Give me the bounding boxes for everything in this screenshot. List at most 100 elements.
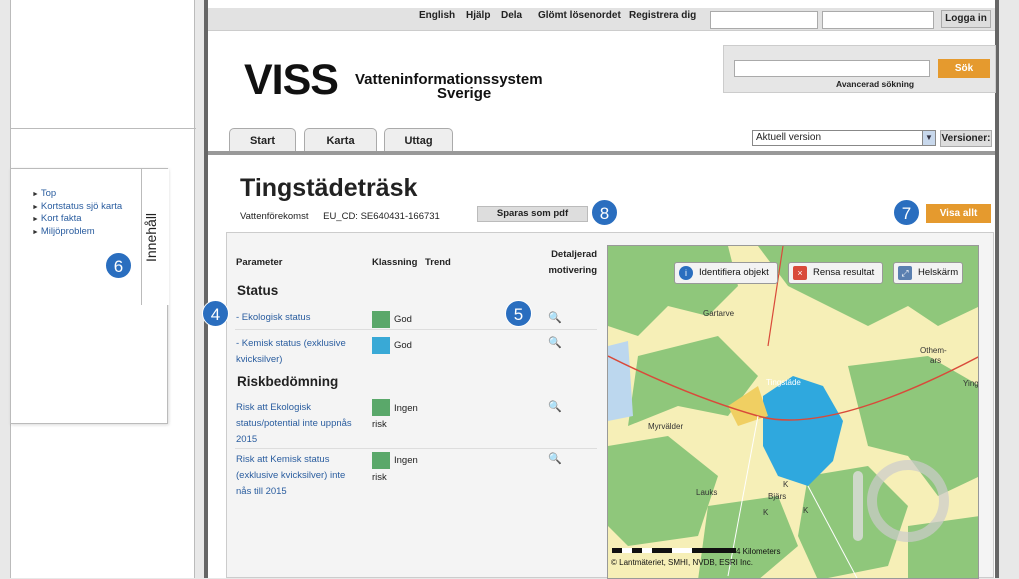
annotation-badge: 7	[893, 199, 920, 226]
header-trend: Trend	[425, 257, 451, 268]
link-registrera[interactable]: Registrera dig	[629, 10, 696, 21]
annotation-badge: 8	[591, 199, 618, 226]
param-line: Risk att Ekologisk	[236, 402, 311, 413]
link-dela[interactable]: Dela	[501, 10, 522, 21]
trash-icon: ×	[793, 266, 807, 280]
header-detaljerad-2: motivering	[548, 265, 597, 276]
viss-logo[interactable]: VISS	[244, 56, 339, 104]
annotation-badge: 4	[202, 300, 229, 327]
header-parameter: Parameter	[236, 257, 283, 268]
param-line: - Kemisk status (exklusive	[236, 338, 346, 349]
param-line: 2015	[236, 434, 258, 445]
classification-value: God	[394, 340, 412, 351]
map-label: K	[783, 480, 789, 489]
map-view[interactable]: Gartarve Othem- ars Tingstäde Myrvälder …	[607, 245, 979, 579]
toc-item-kort-fakta[interactable]: Kort fakta	[32, 213, 122, 226]
chevron-down-icon[interactable]: ▼	[922, 131, 935, 145]
toc-panel: Top Kortstatus sjö karta Kort fakta Milj…	[10, 168, 169, 424]
status-swatch	[372, 337, 390, 354]
toc-item-top[interactable]: Top	[32, 188, 122, 201]
page-title: Tingstädeträsk	[240, 174, 418, 202]
fullscreen-button[interactable]: ⤢ Helskärm	[893, 262, 963, 284]
show-all-button[interactable]: Visa allt	[926, 204, 991, 223]
map-label: K	[763, 508, 769, 517]
param-line: Risk att Kemisk status	[236, 454, 330, 465]
clear-results-button[interactable]: × Rensa resultat	[788, 262, 883, 284]
tab-karta[interactable]: Karta	[304, 128, 377, 152]
status-swatch	[372, 399, 390, 416]
water-body-type: Vattenförekomst	[240, 211, 309, 222]
magnifier-icon[interactable]: 🔍	[548, 336, 562, 349]
classification-value-2: risk	[372, 472, 387, 483]
status-swatch	[372, 452, 390, 469]
map-label: Ying	[963, 379, 979, 388]
classification-value: God	[394, 314, 412, 325]
username-input[interactable]	[710, 11, 818, 29]
map-canvas[interactable]	[608, 246, 979, 579]
search-button[interactable]: Sök	[938, 59, 990, 78]
magnifier-icon[interactable]: 🔍	[548, 311, 562, 324]
map-label: Tingstäde	[766, 378, 801, 387]
classification-value-2: risk	[372, 419, 387, 430]
param-line: (exklusive kvicksilver) inte	[236, 470, 346, 481]
search-input[interactable]	[734, 60, 930, 77]
param-risk-ekologisk[interactable]: Risk att Ekologisk status/potential inte…	[236, 400, 352, 448]
logo-subtitle: Vatteninformationssystem Sverige	[355, 72, 543, 102]
fullscreen-icon: ⤢	[898, 266, 912, 280]
logo-line-2: Sverige	[437, 85, 492, 102]
map-label: Bjärs	[768, 492, 787, 501]
link-english[interactable]: English	[419, 10, 455, 21]
toc-item-kortstatus[interactable]: Kortstatus sjö karta	[32, 201, 122, 214]
row-divider	[235, 329, 597, 330]
toc-item-miljoproblem[interactable]: Miljöproblem	[32, 226, 122, 239]
tab-start[interactable]: Start	[229, 128, 296, 152]
scale-label: 4 Kilometers	[736, 547, 781, 556]
map-copyright: © Lantmäteriet, SMHI, NVDB, ESRI Inc.	[611, 558, 753, 567]
version-select[interactable]: Aktuell version ▼	[752, 130, 936, 146]
toc-list: Top Kortstatus sjö karta Kort fakta Milj…	[32, 188, 122, 238]
fullscreen-label: Helskärm	[918, 267, 959, 278]
tab-uttag[interactable]: Uttag	[384, 128, 453, 152]
section-status: Status	[237, 283, 279, 298]
map-label: Gartarve	[703, 309, 735, 318]
status-swatch	[372, 311, 390, 328]
annotation-badge: 5	[505, 300, 532, 327]
param-ekologisk-status[interactable]: - Ekologisk status	[236, 310, 310, 326]
section-riskbedomning: Riskbedömning	[237, 374, 339, 389]
classification-value-1: Ingen	[394, 403, 418, 414]
header-detaljerad-1: Detaljerad	[551, 249, 597, 260]
login-button[interactable]: Logga in	[941, 10, 991, 28]
search-area: Sök Avancerad sökning	[723, 45, 996, 93]
save-pdf-button[interactable]: Sparas som pdf	[477, 206, 588, 222]
info-icon: i	[679, 266, 693, 280]
row-divider	[235, 448, 597, 449]
map-label: K	[803, 506, 809, 515]
status-panel: Parameter Klassning Trend Detaljerad mot…	[226, 232, 994, 579]
advanced-search-link[interactable]: Avancerad sökning	[836, 79, 914, 89]
annotation-badge: 6	[105, 252, 132, 279]
identify-label: Identifiera objekt	[699, 267, 769, 278]
water-body-info: Vattenförekomst EU_CD: SE640431-166731	[240, 211, 440, 222]
link-hjalp[interactable]: Hjälp	[466, 10, 490, 21]
version-value: Aktuell version	[756, 132, 822, 143]
param-line: status/potential inte uppnås	[236, 418, 352, 429]
map-label: Myrvälder	[648, 422, 684, 431]
magnifier-icon[interactable]: 🔍	[548, 400, 562, 413]
versions-button[interactable]: Versioner:	[940, 130, 992, 147]
password-input[interactable]	[822, 11, 934, 29]
identify-button[interactable]: i Identifiera objekt	[674, 262, 778, 284]
param-risk-kemisk[interactable]: Risk att Kemisk status (exklusive kvicks…	[236, 452, 345, 500]
eu-cd: EU_CD: SE640431-166731	[323, 211, 440, 222]
param-kemisk-status[interactable]: - Kemisk status (exklusive kvicksilver)	[236, 336, 346, 368]
divider	[11, 128, 196, 129]
header-klassning: Klassning	[372, 257, 418, 268]
param-line: kvicksilver)	[236, 354, 283, 365]
clear-label: Rensa resultat	[813, 267, 875, 278]
map-label: ars	[930, 356, 942, 365]
classification-value-1: Ingen	[394, 455, 418, 466]
toc-tab-label[interactable]: Innehåll	[143, 213, 159, 262]
main-page: English Hjälp Dela Glömt lösenordet Regi…	[204, 0, 999, 579]
magnifier-icon[interactable]: 🔍	[548, 452, 562, 465]
link-glomt-losenordet[interactable]: Glömt lösenordet	[538, 10, 621, 21]
map-label: Othem-	[920, 346, 947, 355]
